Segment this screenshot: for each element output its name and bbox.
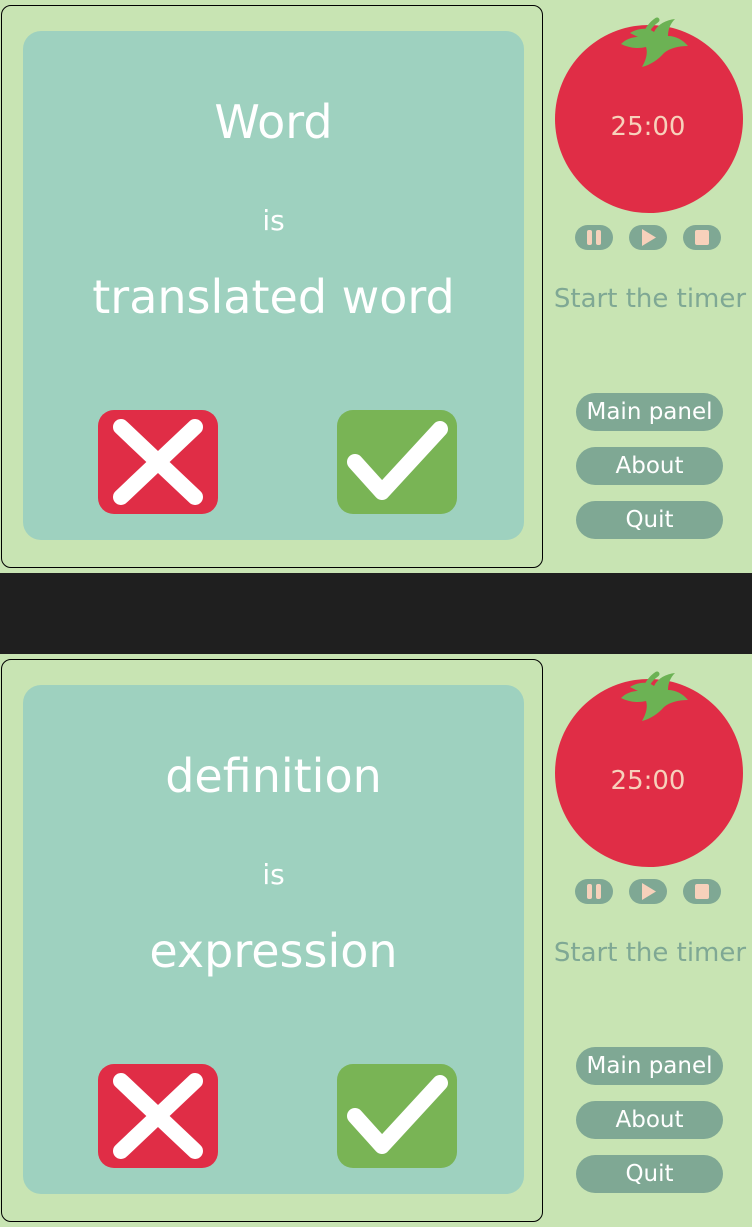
about-button[interactable]: About (576, 1101, 723, 1139)
right-button[interactable] (337, 1064, 457, 1168)
quit-button[interactable]: Quit (576, 501, 723, 539)
stop-icon (695, 230, 709, 245)
about-button[interactable]: About (576, 447, 723, 485)
timer-display: 25:00 (610, 766, 686, 796)
close-icon (113, 419, 203, 505)
close-icon (113, 1073, 203, 1159)
pause-button[interactable] (575, 225, 613, 250)
wrong-button[interactable] (98, 410, 218, 514)
card-word: Word (214, 95, 333, 149)
stop-button[interactable] (683, 225, 721, 250)
card-translation: translated word (92, 270, 455, 324)
tomato-timer: 25:00 (548, 0, 752, 220)
card-word: definition (165, 749, 382, 803)
flashcard: definition is expression (23, 685, 524, 1194)
tomato-icon (555, 17, 743, 213)
right-button[interactable] (337, 410, 457, 514)
card-translation: expression (149, 924, 398, 978)
sidebar: 25:00 Start the timer Main panel About Q… (548, 654, 752, 1227)
quit-button[interactable]: Quit (576, 1155, 723, 1193)
play-button[interactable] (629, 225, 667, 250)
stop-icon (695, 884, 709, 899)
card-connector: is (262, 858, 285, 891)
timer-status: Start the timer (553, 284, 747, 314)
flashcard-screen: Word is translated word 25:00 Start the … (0, 0, 752, 573)
play-icon (642, 229, 656, 246)
tomato-timer: 25:00 (548, 654, 752, 874)
flashcard-screen: definition is expression 25:00 Start the… (0, 654, 752, 1227)
main-panel-button[interactable]: Main panel (576, 1047, 723, 1085)
flashcard: Word is translated word (23, 31, 524, 540)
main-panel-button[interactable]: Main panel (576, 393, 723, 431)
sidebar: 25:00 Start the timer Main panel About Q… (548, 0, 752, 573)
check-icon (347, 1075, 448, 1154)
stop-button[interactable] (683, 879, 721, 904)
timer-display: 25:00 (610, 112, 686, 142)
timer-status: Start the timer (553, 938, 747, 968)
tomato-icon (555, 671, 743, 867)
card-connector: is (262, 204, 285, 237)
pause-icon (587, 884, 601, 899)
check-icon (347, 421, 448, 500)
play-button[interactable] (629, 879, 667, 904)
pause-icon (587, 230, 601, 245)
wrong-button[interactable] (98, 1064, 218, 1168)
pause-button[interactable] (575, 879, 613, 904)
play-icon (642, 883, 656, 900)
